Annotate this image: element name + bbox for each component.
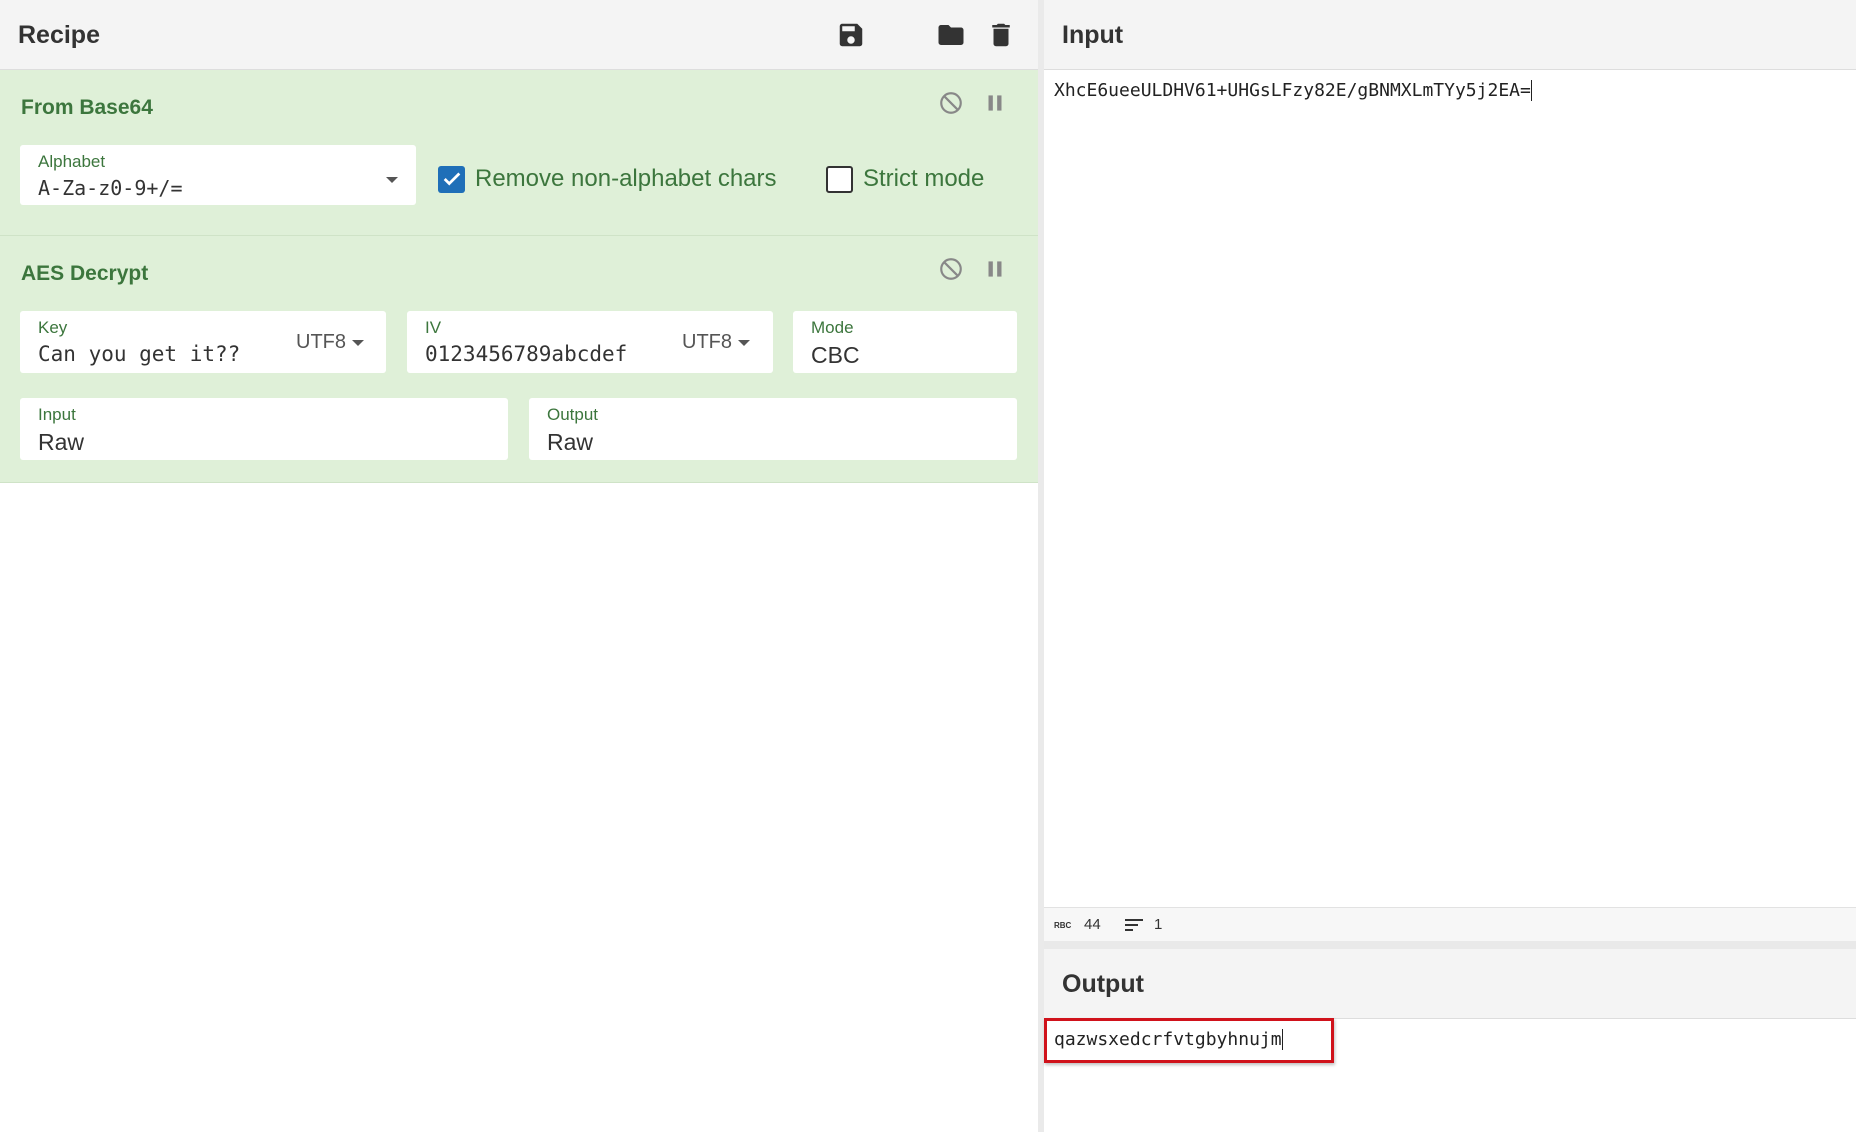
- svg-text:RBC: RBC: [1054, 921, 1072, 930]
- op-from-base64[interactable]: From Base64 Alphabet A-Za-z0-9+/= Remove…: [0, 70, 1038, 236]
- iv-encoding-value: UTF8: [682, 331, 732, 353]
- input-format-value: Raw: [38, 429, 85, 455]
- input-pane: Input XhcE6ueeULDHV61+UHGsLFzy82E/gBNMXL…: [1044, 0, 1856, 940]
- iv-encoding-dropdown[interactable]: UTF8: [682, 331, 750, 354]
- disable-op-button[interactable]: [937, 255, 965, 283]
- recipe-header: Recipe: [0, 0, 1038, 70]
- iv-value: 0123456789abcdef: [425, 342, 628, 366]
- load-recipe-button[interactable]: [934, 18, 968, 52]
- trash-icon: [992, 23, 1010, 47]
- key-field[interactable]: Key Can you get it?? UTF8: [20, 311, 386, 373]
- key-encoding-value: UTF8: [296, 331, 346, 353]
- mode-select[interactable]: Mode CBC: [793, 311, 1017, 373]
- disable-icon: [940, 92, 962, 114]
- key-encoding-dropdown[interactable]: UTF8: [296, 331, 364, 354]
- text-cursor: [1281, 1029, 1283, 1050]
- output-format-label: Output: [547, 405, 599, 424]
- checkbox-empty-icon: [826, 165, 853, 193]
- lines-stat: 1: [1124, 916, 1162, 933]
- mode-label: Mode: [811, 318, 854, 337]
- input-status-bar: RBC 44 1: [1044, 907, 1856, 942]
- output-title: Output: [1062, 970, 1144, 998]
- caret-down-icon: [352, 339, 364, 346]
- recipe-title: Recipe: [18, 21, 100, 49]
- input-title: Input: [1062, 21, 1124, 49]
- io-splitter[interactable]: [1044, 941, 1856, 949]
- output-pane: Output qazwsxedcrfvtgbyhnujm: [1044, 949, 1856, 1132]
- output-format-select[interactable]: Output Raw: [529, 398, 1017, 460]
- pause-icon: [988, 95, 1002, 111]
- output-header: Output: [1044, 949, 1856, 1019]
- save-icon: [839, 23, 863, 47]
- op-title: From Base64: [21, 96, 153, 119]
- caret-down-icon: [738, 339, 750, 346]
- text-cursor: [1530, 80, 1532, 101]
- disable-op-button[interactable]: [937, 89, 965, 117]
- lines-value: 1: [1154, 916, 1163, 933]
- clear-recipe-button[interactable]: [984, 18, 1018, 52]
- recipe-panel: Recipe From Base64 Alphabet A-Za-z0-9+/=…: [0, 0, 1038, 1132]
- output-format-value: Raw: [547, 429, 594, 455]
- pause-op-button[interactable]: [981, 89, 1009, 117]
- pause-icon: [988, 261, 1002, 277]
- input-header: Input: [1044, 0, 1856, 70]
- input-format-select[interactable]: Input Raw: [20, 398, 508, 460]
- input-format-label: Input: [38, 405, 76, 424]
- remove-non-alphabet-label: Remove non-alphabet chars: [475, 165, 777, 192]
- alphabet-label: Alphabet: [38, 152, 106, 171]
- chevron-down-icon: [386, 171, 398, 189]
- output-textarea[interactable]: qazwsxedcrfvtgbyhnujm: [1054, 1029, 1283, 1050]
- strict-mode-checkbox[interactable]: Strict mode: [826, 165, 984, 193]
- output-text: qazwsxedcrfvtgbyhnujm: [1054, 1029, 1282, 1050]
- length-stat: RBC 44: [1054, 916, 1101, 933]
- lines-icon: [1125, 918, 1143, 931]
- mode-value: CBC: [811, 342, 860, 368]
- iv-field[interactable]: IV 0123456789abcdef UTF8: [407, 311, 773, 373]
- pause-op-button[interactable]: [981, 255, 1009, 283]
- length-value: 44: [1084, 916, 1101, 933]
- save-recipe-button[interactable]: [834, 18, 868, 52]
- strict-mode-label: Strict mode: [863, 165, 985, 192]
- alphabet-select[interactable]: Alphabet A-Za-z0-9+/=: [20, 145, 416, 205]
- folder-icon: [938, 25, 964, 45]
- iv-label: IV: [425, 318, 442, 337]
- remove-non-alphabet-checkbox[interactable]: Remove non-alphabet chars: [438, 165, 777, 193]
- alphabet-value: A-Za-z0-9+/=: [38, 176, 183, 200]
- disable-icon: [940, 258, 962, 280]
- key-value: Can you get it??: [38, 342, 241, 366]
- op-aes-decrypt[interactable]: AES Decrypt Key Can you get it?? UTF8 IV…: [0, 236, 1038, 483]
- abc-icon: RBC: [1054, 921, 1072, 930]
- key-label: Key: [38, 318, 68, 337]
- input-text: XhcE6ueeULDHV61+UHGsLFzy82E/gBNMXLmTYy5j…: [1054, 80, 1531, 101]
- input-textarea[interactable]: XhcE6ueeULDHV61+UHGsLFzy82E/gBNMXLmTYy5j…: [1054, 80, 1532, 101]
- check-icon: [438, 165, 465, 193]
- op-title: AES Decrypt: [21, 262, 149, 285]
